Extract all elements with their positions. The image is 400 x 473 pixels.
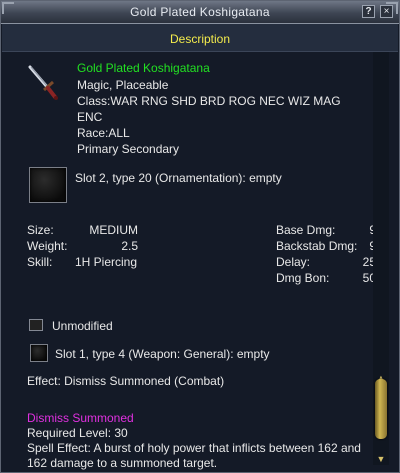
stat-dmg-bon-value: 50 (362, 271, 376, 285)
frame-corner-top-right (386, 2, 398, 14)
stat-delay-label: Delay: (276, 255, 311, 269)
stat-size-value: MEDIUM (89, 223, 138, 237)
weapon-augment-slot[interactable] (30, 344, 48, 362)
spell-required-level: Required Level: 30 (27, 426, 128, 440)
unmodified-checkbox[interactable] (29, 319, 43, 331)
description-content: Gold Plated Koshigatana Magic, Placeable… (2, 52, 376, 472)
unmodified-label: Unmodified (52, 319, 113, 333)
help-button[interactable]: ? (362, 5, 375, 18)
item-classes: Class:WAR RNG SHD BRD ROG NEC WIZ MAG (77, 94, 341, 108)
ornament-slot-label: Slot 2, type 20 (Ornamentation): empty (75, 171, 282, 185)
koshigatana-sword-icon (28, 65, 58, 100)
item-equip-slots: Primary Secondary (77, 142, 180, 156)
stat-skill-label: Skill: (27, 255, 53, 269)
scrollbar-thumb[interactable] (375, 379, 387, 439)
description-title: Description (169, 32, 231, 46)
spell-name: Dismiss Summoned (27, 411, 134, 425)
frame-corner-top-left (2, 2, 14, 14)
stat-base-dmg-label: Base Dmg: (276, 223, 336, 237)
description-header: Description (2, 24, 398, 52)
weapon-augment-slot-label: Slot 1, type 4 (Weapon: General): empty (55, 347, 270, 361)
window-title: Gold Plated Koshigatana (130, 5, 270, 19)
item-name: Gold Plated Koshigatana (77, 61, 210, 75)
stat-weight-label: Weight: (27, 239, 68, 253)
stat-size-label: Size: (27, 223, 54, 237)
stat-skill-value: 1H Piercing (75, 255, 138, 269)
stat-base-dmg-value: 9 (342, 223, 376, 237)
item-flags: Magic, Placeable (77, 78, 169, 92)
spell-effect-description-continued: 162 damage to a summoned target. (27, 456, 218, 470)
item-classes-continued: ENC (77, 110, 103, 124)
stat-backstab-dmg-value: 9 (342, 239, 376, 253)
spell-effect-description: Spell Effect: A burst of holy power that… (27, 441, 361, 455)
item-effect: Effect: Dismiss Summoned (Combat) (27, 374, 225, 388)
item-display-window: Gold Plated Koshigatana ? × Description … (0, 0, 400, 473)
stat-weight-value: 2.5 (121, 239, 138, 253)
stat-delay-value: 25 (362, 255, 376, 269)
ornament-slot[interactable] (29, 167, 67, 203)
title-bar[interactable]: Gold Plated Koshigatana ? × (1, 1, 399, 24)
stat-dmg-bon-label: Dmg Bon: (276, 271, 330, 285)
item-race: Race:ALL (77, 126, 130, 140)
arrow-down-icon[interactable]: ▼ (375, 454, 387, 464)
